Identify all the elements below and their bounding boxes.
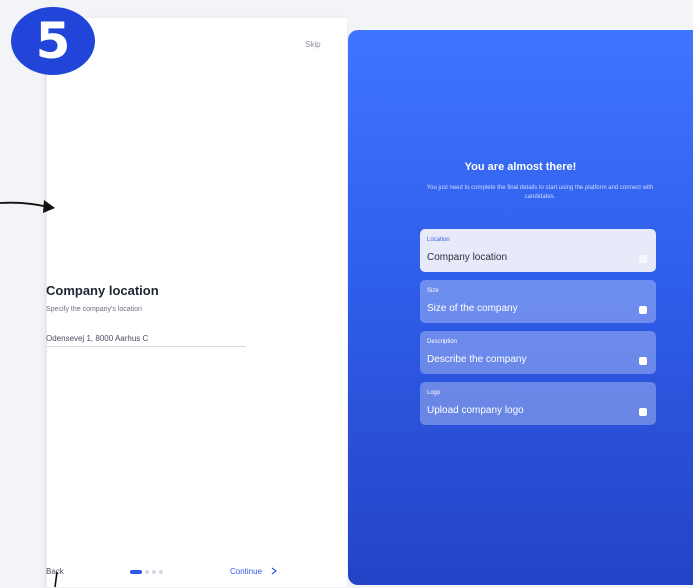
- step-checkbox: [639, 357, 647, 365]
- onboarding-form-panel: [47, 18, 347, 587]
- chevron-right-icon: [271, 567, 278, 575]
- step-card-size[interactable]: Size Size of the company: [420, 280, 656, 323]
- overview-title: You are almost there!: [464, 161, 577, 173]
- step-card-value: Company location: [427, 252, 508, 263]
- page-subtitle: Specify the company's location: [46, 306, 142, 313]
- step-card-value: Upload company logo: [427, 405, 524, 416]
- address-input[interactable]: [46, 330, 246, 347]
- pager-dot: [159, 570, 163, 574]
- step-checkbox: [639, 408, 647, 416]
- continue-label: Continue: [230, 567, 263, 576]
- overview-subtitle: You just need to complete the final deta…: [426, 185, 654, 200]
- step-card-value: Size of the company: [427, 303, 518, 314]
- step-pager: [130, 570, 163, 574]
- step-card-value: Describe the company: [427, 354, 527, 365]
- step-card-description[interactable]: Description Describe the company: [420, 331, 656, 374]
- pager-dot: [152, 570, 156, 574]
- step-card-logo[interactable]: Logo Upload company logo: [420, 382, 656, 425]
- arrow-annotation-icon: [0, 200, 55, 213]
- step-card-label: Size: [427, 288, 439, 294]
- step-card-label: Logo: [427, 390, 441, 396]
- pager-dot: [145, 570, 149, 574]
- step-checkbox: [639, 306, 647, 314]
- step-number-badge: 5: [11, 7, 95, 75]
- mouse-cursor-icon: [54, 572, 58, 588]
- skip-link[interactable]: Skip: [305, 40, 321, 49]
- pager-dot-active: [130, 570, 142, 574]
- step-card-location[interactable]: Location Company location: [420, 229, 656, 272]
- step-checkbox: [639, 255, 647, 263]
- page-title: Company location: [46, 283, 159, 298]
- progress-overview-panel: You are almost there! You just need to c…: [348, 30, 693, 585]
- step-card-label: Location: [427, 237, 450, 243]
- step-card-label: Description: [427, 339, 458, 345]
- continue-button[interactable]: Continue: [230, 567, 278, 576]
